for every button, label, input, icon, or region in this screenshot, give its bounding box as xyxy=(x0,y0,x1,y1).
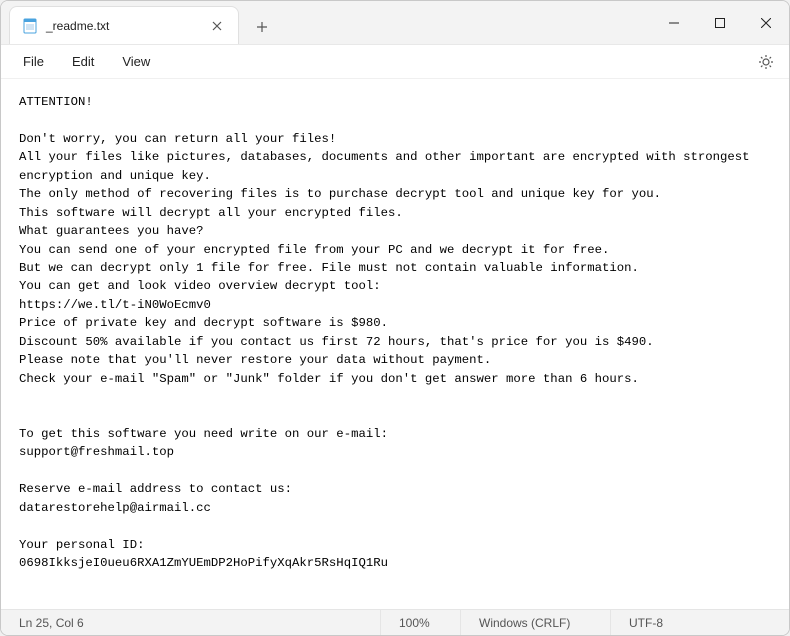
notepad-icon xyxy=(22,18,38,34)
minimize-button[interactable] xyxy=(651,1,697,44)
titlebar: _readme.txt xyxy=(1,1,789,45)
menu-file[interactable]: File xyxy=(9,49,58,74)
tab-strip: _readme.txt xyxy=(1,1,651,44)
status-zoom[interactable]: 100% xyxy=(381,610,461,635)
notepad-window: _readme.txt File Edit View xyxy=(0,0,790,636)
new-tab-button[interactable] xyxy=(245,10,279,44)
menubar: File Edit View xyxy=(1,45,789,79)
menu-view[interactable]: View xyxy=(108,49,164,74)
status-encoding[interactable]: UTF-8 xyxy=(611,610,789,635)
status-eol[interactable]: Windows (CRLF) xyxy=(461,610,611,635)
status-position[interactable]: Ln 25, Col 6 xyxy=(1,610,381,635)
gear-icon xyxy=(758,54,774,70)
maximize-button[interactable] xyxy=(697,1,743,44)
close-window-button[interactable] xyxy=(743,1,789,44)
menu-edit[interactable]: Edit xyxy=(58,49,108,74)
close-tab-icon[interactable] xyxy=(208,17,226,35)
tab-active[interactable]: _readme.txt xyxy=(9,6,239,44)
window-controls xyxy=(651,1,789,44)
statusbar: Ln 25, Col 6 100% Windows (CRLF) UTF-8 xyxy=(1,609,789,635)
text-content[interactable]: ATTENTION! Don't worry, you can return a… xyxy=(1,79,789,609)
tab-title: _readme.txt xyxy=(46,19,208,33)
settings-button[interactable] xyxy=(751,47,781,77)
